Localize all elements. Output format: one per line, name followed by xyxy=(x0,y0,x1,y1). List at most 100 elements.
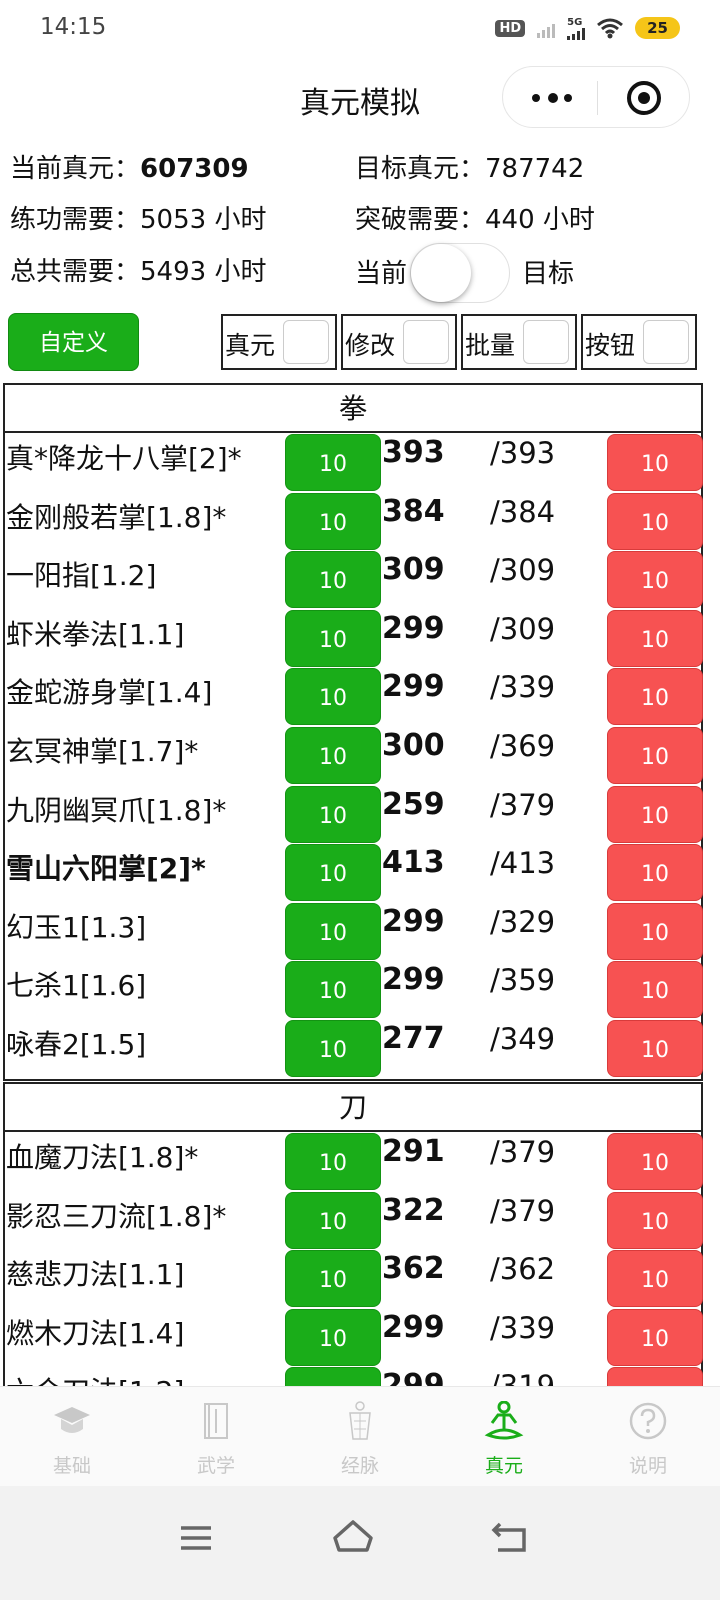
skill-name: 血魔刀法[1.8]* xyxy=(6,1141,199,1174)
signal-strong-icon xyxy=(567,27,586,40)
skill-row: 影忍三刀流[1.8]* 10 322/379 10 xyxy=(5,1191,703,1250)
section-title: 刀 xyxy=(5,1084,701,1132)
skill-name: 虾米拳法[1.1] xyxy=(6,617,185,651)
increase-button[interactable]: 10 xyxy=(607,785,703,843)
tab-help[interactable]: 说明 xyxy=(576,1387,720,1487)
increase-button[interactable]: 10 xyxy=(607,492,703,550)
current-level: 300 xyxy=(382,727,445,763)
back-icon[interactable] xyxy=(480,1508,540,1568)
increase-button[interactable]: 10 xyxy=(607,609,703,667)
zhenyuan-checkbox[interactable] xyxy=(283,320,329,364)
increase-button[interactable]: 10 xyxy=(607,434,703,491)
skill-row: 慈悲刀法[1.1] 10 362/362 10 xyxy=(5,1249,703,1308)
current-level: 299 xyxy=(382,610,445,646)
total-value: 5493 小时 xyxy=(140,257,267,287)
max-level: /359 xyxy=(490,963,556,998)
breakthrough-value: 440 小时 xyxy=(485,205,595,235)
increase-button[interactable]: 10 xyxy=(607,902,703,960)
decrease-button[interactable]: 10 xyxy=(285,434,381,491)
max-level: /329 xyxy=(490,904,556,939)
decrease-button[interactable]: 10 xyxy=(285,1250,381,1308)
skill-row: 七杀1[1.6] 10 299/359 10 xyxy=(5,960,703,1019)
close-target-icon[interactable] xyxy=(627,81,661,115)
decrease-button[interactable]: 10 xyxy=(285,785,381,843)
skill-name: 玄冥神掌[1.7]* xyxy=(6,734,199,768)
button-checkbox[interactable] xyxy=(643,320,689,364)
help-icon xyxy=(629,1402,667,1440)
total-needed: 总共需要：5493 小时 xyxy=(10,251,266,288)
decrease-button[interactable]: 10 xyxy=(285,961,381,1019)
increase-button[interactable]: 10 xyxy=(607,844,703,902)
max-level: /349 xyxy=(490,1021,556,1056)
current-target-toggle[interactable] xyxy=(410,243,510,303)
skill-name: 一阳指[1.2] xyxy=(6,559,157,593)
custom-button[interactable]: 自定义 xyxy=(8,313,139,371)
increase-button[interactable]: 10 xyxy=(607,668,703,726)
skill-name: 九阴幽冥爪[1.8]* xyxy=(6,793,227,827)
increase-button[interactable]: 10 xyxy=(607,551,703,609)
skill-row: 玄冥神掌[1.7]* 10 300/369 10 xyxy=(5,726,703,785)
meditation-icon xyxy=(484,1401,524,1440)
target-value: 787742 xyxy=(485,154,585,184)
tab-martial[interactable]: 武学 xyxy=(144,1387,288,1487)
increase-button[interactable]: 10 xyxy=(607,1019,703,1077)
max-level: /384 xyxy=(490,494,556,529)
home-icon[interactable] xyxy=(323,1508,383,1568)
skill-name: 金刚般若掌[1.8]* xyxy=(6,500,227,534)
network-type: 5G xyxy=(567,16,583,28)
decrease-button[interactable]: 10 xyxy=(285,551,381,609)
decrease-button[interactable]: 10 xyxy=(285,1308,381,1366)
practice-label: 练功需要： xyxy=(10,205,141,235)
current-level: 393 xyxy=(382,435,445,470)
current-value: 607309 xyxy=(140,154,249,184)
skill-list: 血魔刀法[1.8]* 10 291/379 10 影忍三刀流[1.8]* 10 322/37… xyxy=(5,1132,703,1425)
increase-button[interactable]: 10 xyxy=(607,1133,703,1190)
decrease-button[interactable]: 10 xyxy=(285,1133,381,1190)
hd-icon: HD xyxy=(495,19,526,37)
tab-basic[interactable]: 基础 xyxy=(0,1387,144,1487)
decrease-button[interactable]: 10 xyxy=(285,1191,381,1249)
modify-checkbox[interactable] xyxy=(403,320,449,364)
skill-name: 幻玉1[1.3] xyxy=(6,910,147,944)
tab-zhenyuan[interactable]: 真元 xyxy=(432,1387,576,1487)
current-level: 299 xyxy=(382,962,445,998)
nav-bar: 真元模拟 xyxy=(0,56,720,140)
skill-name: 慈悲刀法[1.1] xyxy=(6,1258,185,1292)
current-level: 384 xyxy=(382,493,445,529)
menu-icon[interactable] xyxy=(166,1508,226,1568)
increase-button[interactable]: 10 xyxy=(607,961,703,1019)
decrease-button[interactable]: 10 xyxy=(285,492,381,550)
toggle-right-label: 目标 xyxy=(522,259,575,289)
more-options-icon[interactable] xyxy=(529,85,575,109)
decrease-button[interactable]: 10 xyxy=(285,668,381,726)
increase-button[interactable]: 10 xyxy=(607,726,703,784)
signal-weak-icon xyxy=(537,18,556,38)
decrease-button[interactable]: 10 xyxy=(285,609,381,667)
current-zhenyuan: 当前真元：607309 xyxy=(10,148,249,185)
decrease-button[interactable]: 10 xyxy=(285,902,381,960)
increase-button[interactable]: 10 xyxy=(607,1308,703,1366)
increase-button[interactable]: 10 xyxy=(607,1191,703,1249)
wifi-icon xyxy=(597,18,624,39)
decrease-button[interactable]: 10 xyxy=(285,844,381,902)
current-level: 362 xyxy=(382,1251,445,1287)
batch-checkbox[interactable] xyxy=(523,320,569,364)
skill-list: 真*降龙十八掌[2]* 10 393/393 10 金刚般若掌[1.8]* 10 384/3… xyxy=(5,433,703,1078)
control-button: 按钮 xyxy=(581,314,697,370)
skill-row: 九阴幽冥爪[1.8]* 10 259/379 10 xyxy=(5,785,703,844)
decrease-button[interactable]: 10 xyxy=(285,726,381,784)
tab-meridian[interactable]: 经脉 xyxy=(288,1387,432,1487)
section-fist: 拳 真*降龙十八掌[2]* 10 393/393 10 金刚般若掌[1.8]* 10 384… xyxy=(3,383,703,1081)
increase-button[interactable]: 10 xyxy=(607,1250,703,1308)
decrease-button[interactable]: 10 xyxy=(285,1019,381,1077)
target-label: 目标真元： xyxy=(355,154,486,184)
skill-name: 七杀1[1.6] xyxy=(6,969,147,1003)
skill-row: 雪山六阳掌[2]* 10 413/413 10 xyxy=(5,843,703,902)
current-level: 259 xyxy=(382,786,445,822)
control-modify: 修改 xyxy=(341,314,457,370)
skill-name: 金蛇游身掌[1.4] xyxy=(6,676,213,710)
current-level: 322 xyxy=(382,1192,445,1228)
tab-label: 经脉 xyxy=(340,1455,379,1477)
max-level: /379 xyxy=(490,787,556,822)
meridian-body-icon xyxy=(349,1401,371,1440)
